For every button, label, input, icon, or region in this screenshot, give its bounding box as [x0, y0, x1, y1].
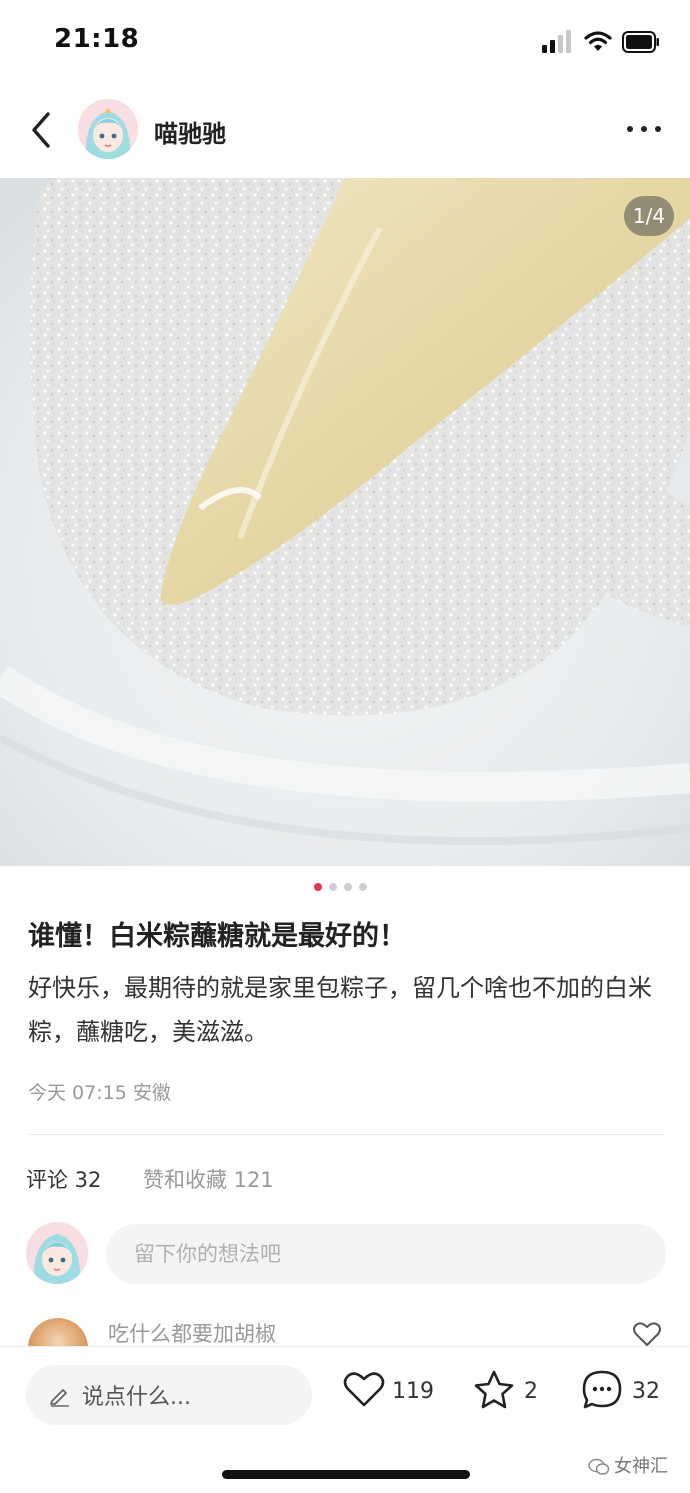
star-icon — [474, 1370, 514, 1409]
tab-comments[interactable]: 评论 32 — [26, 1164, 101, 1194]
post-meta: 今天 07:15 安徽 — [28, 1082, 171, 1104]
say-something-label: 说点什么... — [82, 1385, 191, 1410]
post-photo[interactable] — [0, 178, 690, 866]
post-title: 谁懂！白米粽蘸糖就是最好的！ — [28, 921, 406, 952]
post-body: 好快乐，最期待的就是家里包粽子，留几个啥也不加的白米粽，蘸糖吃，美滋滋。 — [28, 974, 652, 1046]
comment-input[interactable]: 留下你的想法吧 — [106, 1224, 666, 1284]
divider — [28, 1134, 664, 1135]
wechat-icon — [588, 1458, 610, 1475]
heart-icon[interactable] — [632, 1320, 662, 1348]
collect-count: 2 — [524, 1379, 538, 1404]
author-avatar[interactable] — [78, 99, 138, 159]
signal-icon — [542, 30, 571, 53]
pagination-dot — [329, 883, 337, 891]
comment-count: 32 — [632, 1379, 660, 1404]
more-options-icon[interactable] — [624, 114, 664, 144]
watermark: 女神汇 — [588, 1452, 668, 1478]
like-count: 119 — [392, 1379, 434, 1404]
say-something-input[interactable]: 说点什么... — [26, 1365, 312, 1425]
watermark-text: 女神汇 — [614, 1456, 668, 1477]
like-button[interactable]: 119 — [342, 1369, 434, 1419]
zongzi-photo-image — [0, 178, 690, 866]
pencil-icon — [50, 1389, 69, 1407]
status-icons — [542, 30, 660, 54]
comment-bubble-icon — [582, 1370, 622, 1409]
author-name[interactable]: 喵驰驰 — [154, 114, 226, 149]
collect-button[interactable]: 2 — [472, 1369, 542, 1419]
heart-icon — [343, 1372, 385, 1407]
pagination-dot — [359, 883, 367, 891]
status-bar: 21:18 — [0, 0, 690, 84]
status-time: 21:18 — [54, 24, 140, 54]
comment-button[interactable]: 32 — [580, 1369, 670, 1419]
wifi-icon — [584, 31, 612, 51]
tab-likes-collects[interactable]: 赞和收藏 121 — [143, 1164, 274, 1194]
my-avatar — [26, 1222, 88, 1284]
pagination-dot-active — [314, 883, 322, 891]
back-icon[interactable] — [24, 108, 60, 152]
page-counter: 1/4 — [624, 196, 674, 236]
battery-icon — [622, 31, 659, 53]
comment-text: 吃什么都要加胡椒 — [108, 1322, 276, 1346]
pagination-dot — [344, 883, 352, 891]
post-header: 喵驰驰 — [0, 84, 690, 178]
home-indicator[interactable] — [222, 1470, 470, 1479]
